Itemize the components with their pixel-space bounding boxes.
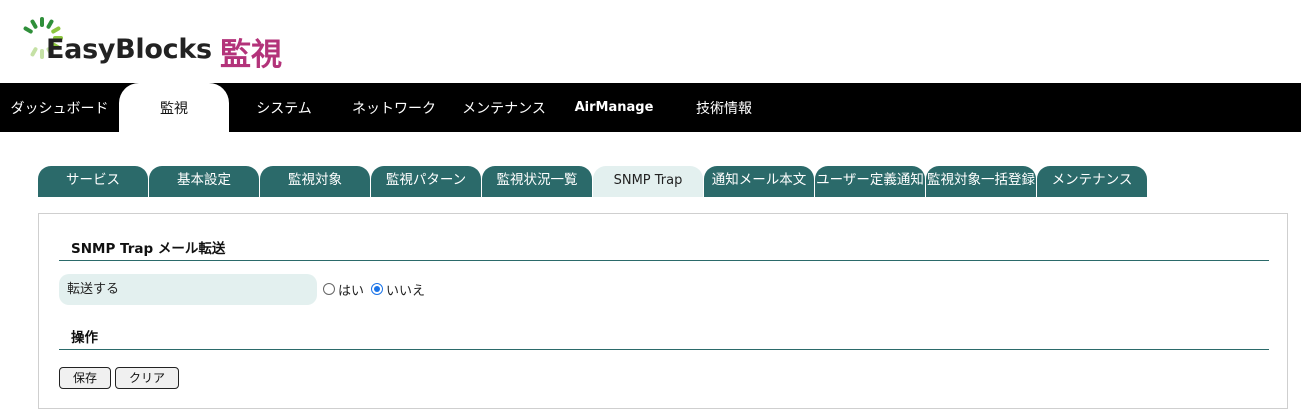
tab-notification-mail-body[interactable]: 通知メール本文	[704, 166, 814, 197]
logo-ring-segment	[51, 26, 61, 34]
save-button[interactable]: 保存	[59, 367, 111, 389]
nav-item-monitoring[interactable]: 監視	[119, 83, 229, 132]
tab-snmp-trap[interactable]: SNMP Trap	[593, 166, 703, 197]
settings-panel: SNMP Trap メール転送 転送する はい いいえ 操作 保存 クリア	[38, 213, 1288, 409]
section-title: SNMP Trap メール転送	[71, 241, 226, 257]
sub-tab-bar: サービス 基本設定 監視対象 監視パターン 監視状況一覧 SNMP Trap 通…	[38, 166, 1158, 197]
nav-item-system[interactable]: システム	[229, 83, 339, 132]
tab-maintenance[interactable]: メンテナンス	[1037, 166, 1147, 197]
logo-brand: EasyBlocks	[46, 34, 212, 65]
nav-item-dashboard[interactable]: ダッシュボード	[0, 83, 119, 132]
radio-yes-label: はい	[338, 283, 365, 299]
logo-ring-segment	[46, 19, 54, 29]
global-nav: ダッシュボード 監視 システム ネットワーク メンテナンス AirManage …	[0, 83, 1301, 132]
tab-user-defined-notification[interactable]: ユーザー定義通知	[815, 166, 925, 197]
logo-subtitle: 監視	[220, 37, 282, 73]
tab-monitor-targets[interactable]: 監視対象	[260, 166, 370, 197]
tab-monitor-status-list[interactable]: 監視状況一覧	[482, 166, 592, 197]
radio-yes[interactable]: はい	[323, 280, 365, 299]
nav-item-maintenance[interactable]: メンテナンス	[449, 83, 559, 132]
logo-ring-segment	[23, 26, 33, 34]
operations-title: 操作	[71, 330, 98, 346]
tab-monitor-patterns[interactable]: 監視パターン	[371, 166, 481, 197]
logo-ring-segment	[30, 19, 38, 29]
forward-field-label: 転送する	[59, 274, 317, 305]
clear-button[interactable]: クリア	[115, 367, 179, 389]
logo-ring-segment	[30, 47, 38, 57]
nav-item-tech-info[interactable]: 技術情報	[669, 83, 779, 132]
radio-no-label: いいえ	[386, 283, 426, 299]
operations-divider	[59, 349, 1269, 350]
radio-yes-circle[interactable]	[323, 283, 335, 295]
nav-item-airmanage[interactable]: AirManage	[559, 83, 669, 132]
radio-no[interactable]: いいえ	[371, 280, 426, 299]
nav-item-network[interactable]: ネットワーク	[339, 83, 449, 132]
section-divider	[59, 260, 1269, 261]
tab-bulk-register-targets[interactable]: 監視対象一括登録	[926, 166, 1036, 197]
tab-basic-settings[interactable]: 基本設定	[149, 166, 259, 197]
radio-no-circle[interactable]	[371, 283, 383, 295]
tab-service[interactable]: サービス	[38, 166, 148, 197]
